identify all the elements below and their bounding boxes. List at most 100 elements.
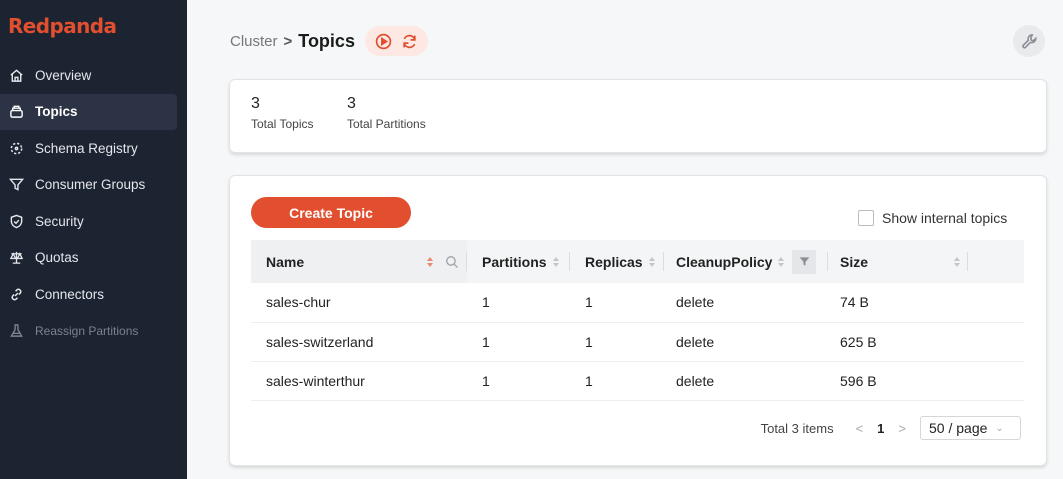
cell-actions [968, 361, 1024, 400]
stat-total-topics: 3 Total Topics [251, 95, 313, 131]
pagination-prev-button[interactable]: < [856, 421, 864, 436]
sort-icon[interactable] [954, 256, 960, 268]
column-header-size[interactable]: Size [828, 240, 968, 283]
shield-icon [8, 213, 24, 229]
pagination-page-1[interactable]: 1 [877, 421, 884, 436]
sidebar-item-label: Security [35, 213, 84, 229]
topics-card: Create Topic Show internal topics Name P… [229, 175, 1047, 466]
scale-icon [8, 250, 24, 266]
stat-total-partitions: 3 Total Partitions [347, 95, 426, 131]
column-header-partitions[interactable]: Partitions [467, 240, 570, 283]
stat-label: Total Partitions [347, 117, 426, 131]
sidebar-nav: Overview Topics Schema Registry Consumer… [0, 57, 187, 349]
schema-icon [8, 140, 24, 156]
table-row[interactable]: sales-chur 1 1 delete 74 B [251, 283, 1024, 322]
show-internal-topics-toggle[interactable]: Show internal topics [858, 210, 1007, 226]
column-label: Name [266, 253, 305, 270]
cell-replicas: 1 [585, 372, 593, 389]
sidebar-item-connectors[interactable]: Connectors [0, 276, 187, 313]
column-label: Replicas [585, 253, 643, 270]
show-internal-label: Show internal topics [882, 210, 1008, 226]
filter-button[interactable] [792, 249, 817, 274]
sidebar-item-security[interactable]: Security [0, 203, 187, 240]
sidebar-item-reassign-partitions: Reassign Partitions [0, 313, 187, 350]
cell-actions [968, 322, 1024, 361]
refresh-button[interactable] [401, 33, 418, 50]
page-size-select[interactable]: 50 / page ⌄ [920, 416, 1021, 440]
sidebar-item-label: Topics [35, 104, 78, 120]
sidebar-item-schema-registry[interactable]: Schema Registry [0, 130, 187, 167]
sidebar-item-label: Consumer Groups [35, 177, 146, 193]
page-size-value: 50 / page [929, 420, 988, 436]
sort-icon[interactable] [648, 256, 655, 268]
cell-size: 596 B [840, 372, 877, 389]
cell-actions [968, 283, 1024, 322]
column-header-actions [968, 240, 1024, 283]
sidebar-item-label: Quotas [35, 250, 79, 266]
table-row[interactable]: sales-switzerland 1 1 delete 625 B [251, 322, 1024, 361]
topics-icon [8, 104, 24, 120]
sidebar-item-label: Connectors [35, 286, 105, 302]
column-header-cleanup-policy[interactable]: CleanupPolicy [664, 240, 828, 283]
pagination-total: Total 3 items [760, 420, 834, 436]
create-topic-button[interactable]: Create Topic [251, 197, 411, 228]
breadcrumb-cluster[interactable]: Cluster [230, 33, 278, 50]
breadcrumb: Cluster > Topics [230, 26, 428, 56]
stat-value: 3 [251, 95, 260, 112]
cell-size: 74 B [840, 294, 869, 311]
search-icon[interactable] [445, 255, 459, 269]
flask-icon [8, 323, 24, 339]
cell-partitions: 1 [482, 333, 490, 350]
sidebar-item-topics[interactable]: Topics [0, 93, 177, 130]
home-icon [8, 67, 24, 83]
cell-replicas: 1 [585, 294, 593, 311]
table-row[interactable]: sales-winterthur 1 1 delete 596 B [251, 361, 1024, 400]
page-title: Topics [298, 30, 355, 51]
column-label: CleanupPolicy [676, 253, 773, 270]
show-internal-checkbox[interactable] [858, 210, 874, 226]
sidebar-item-quotas[interactable]: Quotas [0, 240, 187, 277]
sort-icon[interactable] [427, 256, 433, 268]
cell-name[interactable]: sales-switzerland [251, 322, 467, 361]
cell-partitions: 1 [482, 294, 490, 311]
sidebar-item-label: Overview [35, 67, 92, 83]
link-icon [8, 286, 24, 302]
main-content: Cluster > Topics 3 Total Topics 3 Total … [187, 0, 1063, 479]
sidebar-item-label: Reassign Partitions [35, 323, 139, 338]
brand-logo[interactable]: Redpanda [8, 14, 117, 38]
wrench-icon [1021, 33, 1037, 49]
column-header-replicas[interactable]: Replicas [570, 240, 664, 283]
sidebar-item-label: Schema Registry [35, 140, 138, 156]
cell-cleanup-policy: delete [676, 372, 715, 389]
play-icon [375, 33, 392, 49]
column-label: Partitions [482, 253, 547, 270]
cell-size: 625 B [840, 333, 877, 350]
pagination: Total 3 items < 1 > 50 / page ⌄ [761, 416, 1021, 440]
refresh-icon [403, 34, 416, 48]
sidebar-item-consumer-groups[interactable]: Consumer Groups [0, 167, 187, 204]
settings-button[interactable] [1013, 25, 1045, 57]
cell-name[interactable]: sales-winterthur [251, 361, 467, 400]
cell-cleanup-policy: delete [676, 333, 715, 350]
table-header: Name Partitions Replicas CleanupPolicy S… [251, 240, 1024, 283]
cell-cleanup-policy: delete [676, 294, 715, 311]
chevron-down-icon: ⌄ [995, 422, 1004, 434]
filter-icon [799, 257, 810, 266]
funnel-icon [8, 177, 24, 193]
stats-card: 3 Total Topics 3 Total Partitions [229, 79, 1047, 153]
sort-icon[interactable] [778, 256, 785, 268]
sidebar-item-overview[interactable]: Overview [0, 57, 187, 94]
pagination-next-button[interactable]: > [898, 421, 906, 436]
cell-name[interactable]: sales-chur [251, 283, 467, 322]
cell-replicas: 1 [585, 333, 593, 350]
auto-refresh-button[interactable] [375, 33, 392, 50]
stat-label: Total Topics [251, 117, 314, 131]
breadcrumb-separator: > [283, 32, 293, 50]
cell-partitions: 1 [482, 372, 490, 389]
column-label: Size [840, 253, 869, 270]
refresh-controls [364, 26, 428, 56]
stat-value: 3 [347, 95, 356, 112]
sidebar: Redpanda Overview Topics Schema Registry… [0, 0, 187, 479]
column-header-name[interactable]: Name [251, 240, 467, 283]
sort-icon[interactable] [552, 256, 559, 268]
